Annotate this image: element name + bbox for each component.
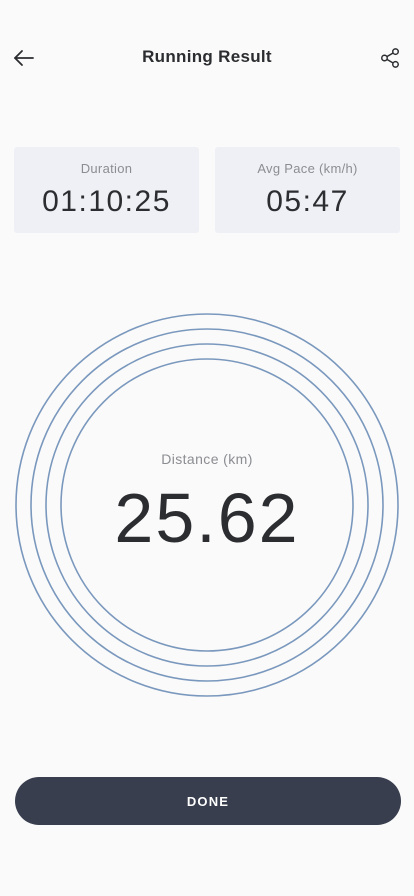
done-button[interactable]: DONE (15, 777, 401, 825)
page-title: Running Result (142, 47, 272, 66)
duration-value: 01:10:25 (42, 185, 171, 218)
avg-pace-card: Avg Pace (km/h) 05:47 (215, 147, 400, 233)
running-result-screen: Running Result Duration 01:10:25 Avg Pac… (0, 0, 414, 896)
duration-card: Duration 01:10:25 (14, 147, 199, 233)
avg-pace-value: 05:47 (266, 185, 349, 218)
share-button[interactable] (372, 40, 408, 76)
distance-value: 25.62 (114, 479, 300, 557)
duration-label: Duration (80, 161, 133, 176)
app-header: Running Result (0, 34, 414, 82)
share-icon (381, 48, 399, 68)
distance-label: Distance (km) (161, 451, 253, 467)
avg-pace-label: Avg Pace (km/h) (257, 161, 358, 176)
